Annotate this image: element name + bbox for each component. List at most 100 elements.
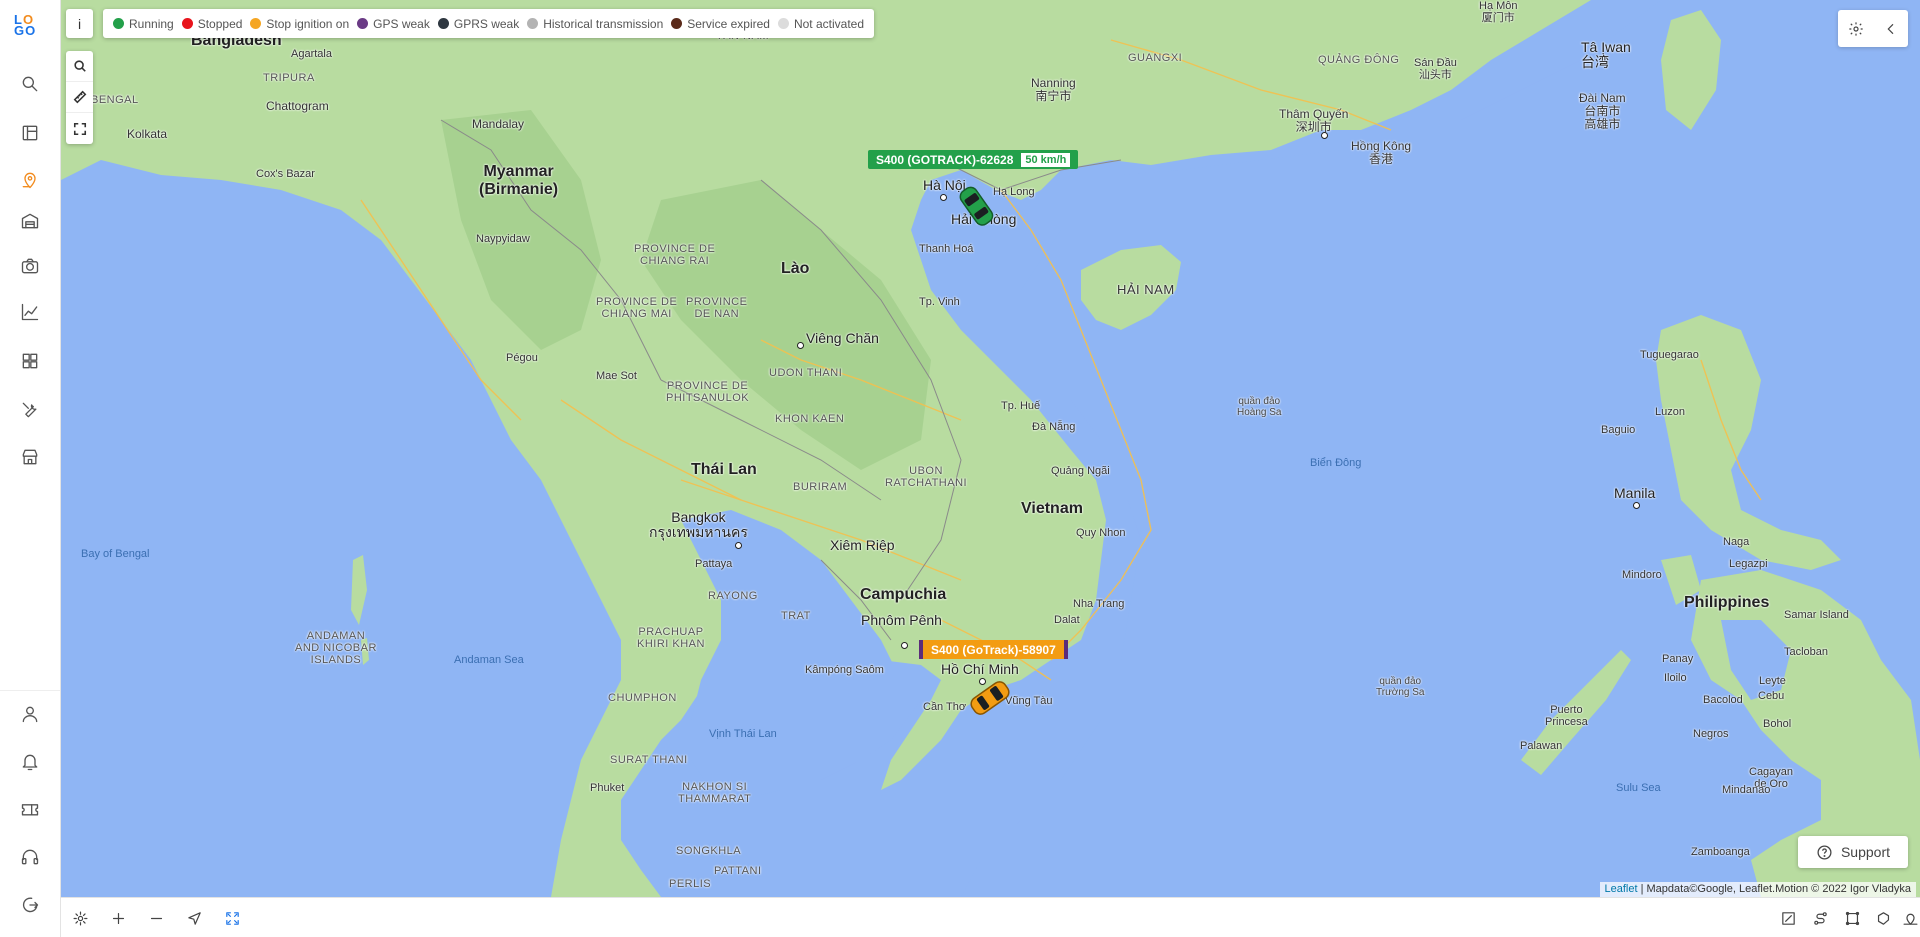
label-xiamen: Hạ Môn 厦门市 (1479, 0, 1518, 25)
label-taiwan: Tâ Ịwan 台湾 (1581, 39, 1631, 71)
chevron-left-icon[interactable] (1883, 21, 1899, 37)
vehicle-label-62628[interactable]: S400 (GOTRACK)-62628 50 km/h (868, 150, 1079, 169)
label-dalat: Dalat (1054, 614, 1080, 626)
bell-icon[interactable] (12, 746, 48, 778)
attribution-text: | Mapdata©Google, Leaflet.Motion © 2022 … (1637, 883, 1911, 895)
label-vinh-thai-lan: Vịnh Thái Lan (709, 728, 777, 740)
camera-icon[interactable] (12, 250, 48, 282)
label-legazpi: Legazpi (1729, 558, 1768, 570)
app-logo[interactable]: LO GO (14, 13, 46, 48)
search-icon[interactable] (12, 68, 48, 100)
label-surat-thani: SURAT THANI (610, 754, 688, 766)
label-kampong-saom: Kâmpóng Saôm (805, 664, 884, 676)
gear-icon[interactable] (1848, 21, 1864, 37)
label-bengal: BENGAL (91, 94, 139, 106)
label-da-nang: Đà Nẵng (1032, 421, 1076, 433)
map-search-button[interactable] (66, 51, 93, 82)
label-vientiane: Viêng Chăn (806, 330, 879, 346)
support-button[interactable]: Support (1798, 836, 1908, 868)
shape-icon[interactable] (1873, 908, 1893, 928)
city-dot-bangkok (735, 542, 742, 549)
ruler-button[interactable] (66, 82, 93, 113)
legend-dot (357, 18, 369, 29)
label-bien-dong: Biển Đông (1310, 457, 1362, 469)
fullscreen-button[interactable] (66, 113, 93, 144)
label-rayong: RAYONG (708, 590, 758, 602)
legend-item-running[interactable]: Running (113, 17, 174, 31)
legend-dot (671, 18, 683, 29)
city-dot-hanoi (940, 194, 947, 201)
legend-item-service-expired[interactable]: Service expired (671, 17, 770, 31)
label-can-tho: Cần Thơ (923, 701, 967, 713)
label-mindoro: Mindoro (1622, 569, 1662, 581)
zoom-out-icon[interactable] (146, 908, 166, 928)
label-bacolod: Bacolod (1703, 694, 1743, 706)
label-philippines: Philippines (1684, 594, 1770, 611)
label-zamboanga: Zamboanga (1691, 846, 1750, 858)
select-area-icon[interactable] (1778, 908, 1798, 928)
leaflet-link[interactable]: Leaflet (1605, 883, 1638, 895)
gear-icon[interactable] (70, 908, 90, 928)
vehicle-marker-stop-ignition[interactable] (966, 675, 1014, 721)
label-thai-lan: Thái Lan (691, 461, 757, 478)
vehicle-label-58907[interactable]: S400 (GoTrack)-58907 (919, 640, 1068, 659)
legend-dot (113, 18, 124, 29)
legend-info-button[interactable]: i (66, 9, 93, 38)
label-prachuap: PRACHUAP KHIRI KHAN (637, 626, 705, 651)
locate-icon[interactable] (184, 908, 204, 928)
ticket-icon[interactable] (12, 793, 48, 825)
fullscreen-icon (73, 122, 86, 135)
legend-item-gprs-weak[interactable]: GPRS weak (437, 17, 519, 31)
dashboard-icon[interactable] (12, 117, 48, 149)
polygon-icon[interactable] (1842, 908, 1862, 928)
headset-icon[interactable] (12, 841, 48, 873)
map-canvas[interactable]: Bangladesh Agartala TRIPURA BENGAL Chatt… (61, 0, 1920, 897)
label-songkhla: SONGKHLA (676, 845, 742, 857)
legend-item-gps-weak[interactable]: GPS weak (357, 17, 430, 31)
legend-label: GPS weak (373, 16, 430, 31)
fit-bounds-icon[interactable] (222, 908, 242, 928)
label-paracel: quần đảo Hoàng Sa (1237, 396, 1282, 418)
label-vietnam: Vietnam (1021, 500, 1083, 517)
user-icon[interactable] (12, 698, 48, 730)
label-pattani: PATTANI (714, 865, 762, 877)
search-icon (73, 60, 86, 72)
legend-label: Stopped (197, 16, 243, 31)
label-tp-hue: Tp. Huế (1001, 400, 1041, 412)
status-legend: Running Stopped Stop ignition on GPS weak GP… (103, 9, 875, 38)
map-route-icon[interactable] (12, 164, 48, 196)
legend-item-stopped[interactable]: Stopped (181, 16, 243, 31)
label-bohol: Bohol (1763, 718, 1792, 730)
label-panay: Panay (1662, 653, 1694, 665)
route-icon[interactable] (1810, 908, 1830, 928)
label-mindanao: Mindanao (1722, 784, 1771, 796)
label-guangxi: GUANGXI (1128, 52, 1183, 64)
geofence-icon[interactable] (1900, 908, 1920, 928)
help-icon (1817, 844, 1832, 860)
label-coxs-bazar: Cox's Bazar (256, 168, 315, 180)
sidebar-divider (0, 690, 60, 691)
legend-item-not-activated[interactable]: Not activated (777, 17, 864, 31)
legend-item-historical-transmission[interactable]: Historical transmission (527, 17, 663, 31)
legend-dot (437, 18, 449, 29)
city-dot-manila (1633, 502, 1640, 509)
apps-icon[interactable] (12, 345, 48, 377)
zoom-in-icon[interactable] (108, 908, 128, 928)
label-mae-sot: Mae Sot (596, 370, 637, 382)
tools-icon[interactable] (12, 394, 48, 426)
warehouse-icon[interactable] (12, 205, 48, 237)
store-icon[interactable] (12, 441, 48, 473)
label-tainan: Đài Nam 台南市 高雄市 (1579, 91, 1626, 132)
label-quang-ngai: Quảng Ngãi (1051, 465, 1110, 477)
vehicle-marker-running[interactable] (956, 182, 998, 232)
label-nanning: Nanning 南宁市 (1031, 76, 1076, 104)
chart-icon[interactable] (12, 296, 48, 328)
legend-dot (777, 18, 789, 29)
label-pegou: Pégou (506, 352, 538, 364)
legend-item-stop-ignition-on[interactable]: Stop ignition on (250, 17, 349, 31)
label-kolkata: Kolkata (127, 127, 168, 141)
logout-icon[interactable] (12, 889, 48, 921)
legend-dot (250, 18, 262, 29)
city-dot-phnom-penh (901, 642, 908, 649)
label-prov-chiang-mai: PROVINCE DE CHIANG MAI (596, 296, 678, 321)
